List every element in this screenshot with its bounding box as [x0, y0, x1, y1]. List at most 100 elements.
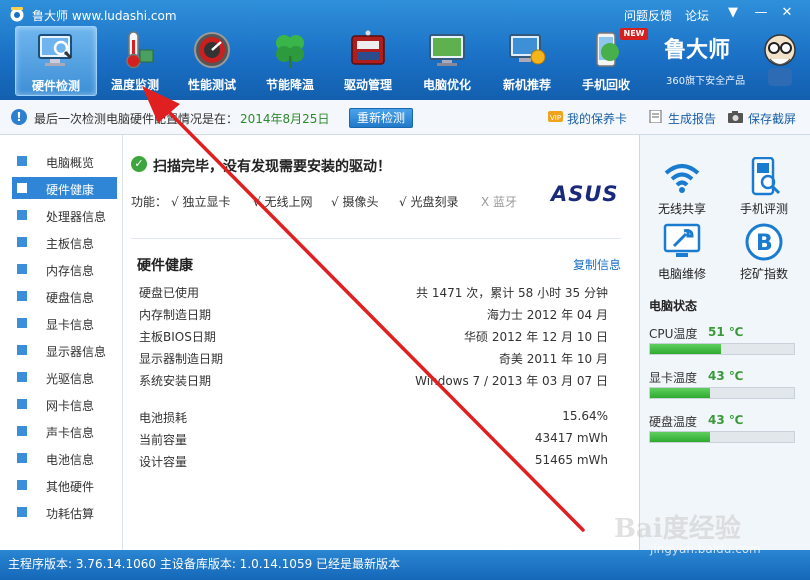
sidebar-item-cpu[interactable]: 处理器信息 — [12, 204, 117, 226]
health-section-title: 硬件健康 — [137, 258, 193, 274]
bios-date-label: 主板BIOS日期 — [139, 330, 216, 344]
driver-chip-icon — [351, 30, 385, 65]
last-check-bar: ! 最后一次检测电脑硬件配置情况是在： 2014年8月25日 重新检测 VIP … — [0, 100, 810, 135]
vip-card-icon: VIP — [548, 111, 563, 122]
recheck-button[interactable]: 重新检测 — [349, 108, 413, 128]
svg-text:B: B — [756, 231, 773, 256]
sidebar-item-network[interactable]: 网卡信息 — [12, 393, 117, 415]
disk-temp-label: 硬盘温度 — [649, 415, 698, 429]
temp-fill — [650, 432, 711, 442]
bullet-icon — [17, 345, 27, 355]
sidebar-item-gpu[interactable]: 显卡信息 — [12, 312, 117, 334]
section-divider — [131, 238, 621, 239]
info-icon: ! — [11, 109, 27, 125]
sidebar-item-monitor[interactable]: 显示器信息 — [12, 339, 117, 361]
sidebar-item-motherboard[interactable]: 主板信息 — [12, 231, 117, 253]
sidebar-item-other[interactable]: 其他硬件 — [12, 474, 117, 496]
top-banner: 鲁大师 www.ludashi.com 问题反馈 论坛 ▼ — ✕ 硬件检测 温… — [0, 0, 810, 100]
memory-date-value: 海力士 2012 年 04 月 — [486, 308, 608, 322]
feature-bluetooth: X 蓝牙 — [481, 195, 518, 209]
bullet-icon — [17, 453, 27, 463]
sidebar-item-label: 硬件健康 — [46, 183, 95, 197]
save-screenshot-link[interactable]: 保存截屏 — [748, 110, 796, 127]
menu-dropdown-icon[interactable]: ▼ — [724, 5, 742, 20]
wifi-icon — [664, 164, 700, 193]
battery-wear-label: 电池损耗 — [139, 411, 188, 425]
maintenance-card-link[interactable]: 我的保养卡 — [567, 110, 627, 127]
feedback-link[interactable]: 问题反馈 — [624, 7, 672, 24]
monitor-date-value: 奇美 2011 年 10 月 — [498, 352, 608, 366]
tool-temperature[interactable]: 温度监测 — [95, 26, 175, 94]
tool-power-saving[interactable]: 节能降温 — [250, 26, 330, 94]
tool-label: 手机评测 — [739, 202, 788, 216]
sidebar-item-hardware-health[interactable]: 硬件健康 — [12, 177, 117, 199]
disk-temp-value: 43 ℃ — [708, 413, 744, 427]
bios-date-value: 华硕 2012 年 12 月 10 日 — [464, 330, 608, 344]
bullet-icon — [17, 264, 27, 274]
os-install-label: 系统安装日期 — [139, 374, 212, 388]
phone-test-button[interactable]: 手机评测 — [724, 157, 804, 217]
wifi-share-button[interactable]: 无线共享 — [642, 157, 722, 217]
last-check-date: 2014年8月25日 — [240, 112, 330, 126]
design-capacity-label: 设计容量 — [139, 455, 188, 469]
tool-label: 硬件检测 — [31, 79, 80, 93]
tool-performance[interactable]: 性能测试 — [172, 26, 252, 94]
sidebar-item-label: 其他硬件 — [46, 480, 95, 494]
thermometer-icon — [126, 31, 154, 69]
forum-link[interactable]: 论坛 — [685, 7, 709, 24]
sidebar-item-memory[interactable]: 内存信息 — [12, 258, 117, 280]
tool-label: 手机回收 — [581, 78, 630, 92]
bullet-icon — [17, 372, 27, 382]
app-title: 鲁大师 www.ludashi.com — [32, 9, 177, 23]
close-icon[interactable]: ✕ — [778, 5, 796, 20]
wrench-screen-icon — [663, 223, 701, 257]
hardware-health-panel: ✓ 扫描完毕，没有发现需要安装的驱动！ 功能： √ 独立显卡 √ 无线上网 √ … — [123, 135, 638, 550]
mascot-icon — [764, 34, 796, 86]
bullet-icon — [17, 426, 27, 436]
computer-medal-icon — [509, 34, 546, 65]
tool-hardware-check[interactable]: 硬件检测 — [15, 26, 97, 96]
tool-driver-manager[interactable]: 驱动管理 — [328, 26, 408, 94]
feature-wifi: √ 无线上网 — [253, 195, 313, 209]
tool-label: 电脑维修 — [657, 267, 706, 281]
cpu-temp-value: 51 ℃ — [708, 325, 744, 339]
generate-report-link[interactable]: 生成报告 — [668, 110, 716, 127]
sidebar-item-label: 光驱信息 — [46, 372, 95, 386]
os-install-value: Windows 7 / 2013 年 03 月 07 日 — [415, 374, 608, 388]
bullet-icon — [17, 156, 27, 166]
watermark-logo: Bai度经验 — [614, 514, 741, 544]
battery-wear-value: 15.64% — [562, 409, 608, 423]
sidebar-item-label: 网卡信息 — [46, 399, 95, 413]
gpu-temp-value: 43 ℃ — [708, 369, 744, 383]
bullet-icon — [17, 399, 27, 409]
bullet-icon — [17, 291, 27, 301]
speedometer-icon — [194, 32, 230, 68]
hardware-sidebar: 电脑概览 硬件健康 处理器信息 主板信息 内存信息 硬盘信息 显卡信息 显示器信… — [0, 135, 123, 550]
bitcoin-icon: B — [745, 223, 783, 261]
tool-label: 电脑优化 — [422, 78, 471, 92]
cpu-temp-label: CPU温度 — [649, 327, 698, 341]
new-badge: NEW — [620, 28, 648, 40]
bullet-icon — [17, 210, 27, 220]
tool-label: 性能测试 — [187, 78, 236, 92]
tool-pc-optimize[interactable]: 电脑优化 — [407, 26, 487, 94]
watermark-url: jingyan.baidu.com — [650, 542, 761, 556]
camera-icon — [728, 111, 743, 123]
sidebar-item-label: 显卡信息 — [46, 318, 95, 332]
sidebar-item-optical[interactable]: 光驱信息 — [12, 366, 117, 388]
sidebar-item-disk[interactable]: 硬盘信息 — [12, 285, 117, 307]
sidebar-item-overview[interactable]: 电脑概览 — [12, 150, 117, 172]
tool-new-pc[interactable]: 新机推荐 — [487, 26, 567, 94]
sidebar-item-power[interactable]: 功耗估算 — [12, 501, 117, 523]
sidebar-item-label: 内存信息 — [46, 264, 95, 278]
sidebar-item-label: 电脑概览 — [46, 156, 95, 170]
copy-info-link[interactable]: 复制信息 — [573, 256, 621, 273]
minimize-icon[interactable]: — — [752, 5, 770, 20]
bullet-icon — [17, 183, 27, 193]
temp-fill — [650, 344, 721, 354]
pc-repair-button[interactable]: 电脑维修 — [642, 222, 722, 282]
sidebar-item-sound[interactable]: 声卡信息 — [12, 420, 117, 442]
sidebar-item-battery[interactable]: 电池信息 — [12, 447, 117, 469]
mining-index-button[interactable]: B 挖矿指数 — [724, 222, 804, 282]
right-panel: 无线共享 手机评测 电脑维修 B 挖矿指数 电脑状态 CPU温度 51 ℃ 显卡… — [639, 135, 810, 550]
